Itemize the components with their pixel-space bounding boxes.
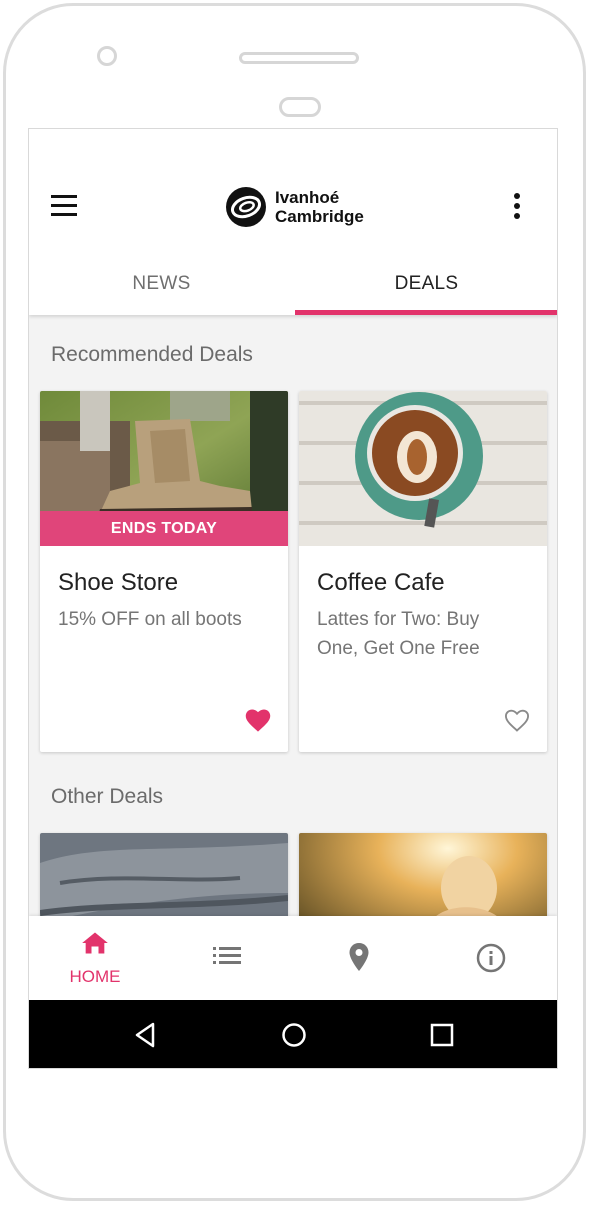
card-title: Coffee Cafe — [317, 569, 445, 596]
app-screen: Ivanhoé Cambridge NEWS DEALS Recommended… — [28, 128, 558, 1069]
list-icon — [213, 947, 241, 964]
proximity-sensor — [279, 97, 321, 117]
system-navigation-bar — [29, 1000, 557, 1068]
heart-outline-icon[interactable] — [503, 707, 531, 733]
nav-info[interactable] — [425, 916, 557, 1000]
bottom-navigation: HOME — [29, 916, 557, 1000]
nav-list[interactable] — [161, 916, 293, 1000]
logo-text-line2: Cambridge — [275, 207, 364, 226]
other-section-title: Other Deals — [51, 785, 164, 808]
location-pin-icon — [349, 943, 369, 971]
recommended-section-title: Recommended Deals — [51, 343, 253, 366]
latte-photo — [299, 391, 547, 546]
nav-home[interactable]: HOME — [29, 916, 161, 1000]
deal-card-coffee-cafe[interactable]: Coffee Cafe Lattes for Two: Buy One, Get… — [299, 391, 547, 752]
active-tab-indicator — [295, 310, 557, 315]
brand-logo: Ivanhoé Cambridge — [226, 185, 364, 229]
front-camera — [97, 46, 117, 66]
deal-card-shoe-store[interactable]: ENDS TODAY Shoe Store 15% OFF on all boo… — [40, 391, 288, 752]
heart-filled-icon[interactable] — [244, 707, 272, 733]
ends-today-badge: ENDS TODAY — [40, 511, 288, 546]
tab-deals[interactable]: DEALS — [294, 253, 557, 315]
tab-news[interactable]: NEWS — [29, 253, 294, 315]
app-bar: Ivanhoé Cambridge NEWS DEALS — [29, 129, 557, 315]
card-title: Shoe Store — [58, 569, 179, 596]
home-icon — [82, 932, 108, 954]
logo-text-line1: Ivanhoé — [275, 188, 340, 207]
ivanhoe-logo-icon — [226, 187, 266, 227]
nav-location[interactable] — [293, 916, 425, 1000]
boots-photo: ENDS TODAY — [40, 391, 288, 546]
recents-icon[interactable] — [427, 1020, 457, 1050]
nav-home-label: HOME — [69, 967, 121, 986]
home-circle-icon[interactable] — [279, 1020, 309, 1050]
earpiece-speaker — [239, 52, 359, 64]
back-icon[interactable] — [131, 1020, 161, 1050]
card-description: 15% OFF on all boots — [58, 609, 242, 630]
hamburger-menu-icon[interactable] — [51, 195, 79, 217]
info-icon — [476, 943, 506, 973]
card-description: Lattes for Two: Buy One, Get One Free — [317, 609, 480, 659]
more-vert-icon[interactable] — [511, 193, 523, 219]
